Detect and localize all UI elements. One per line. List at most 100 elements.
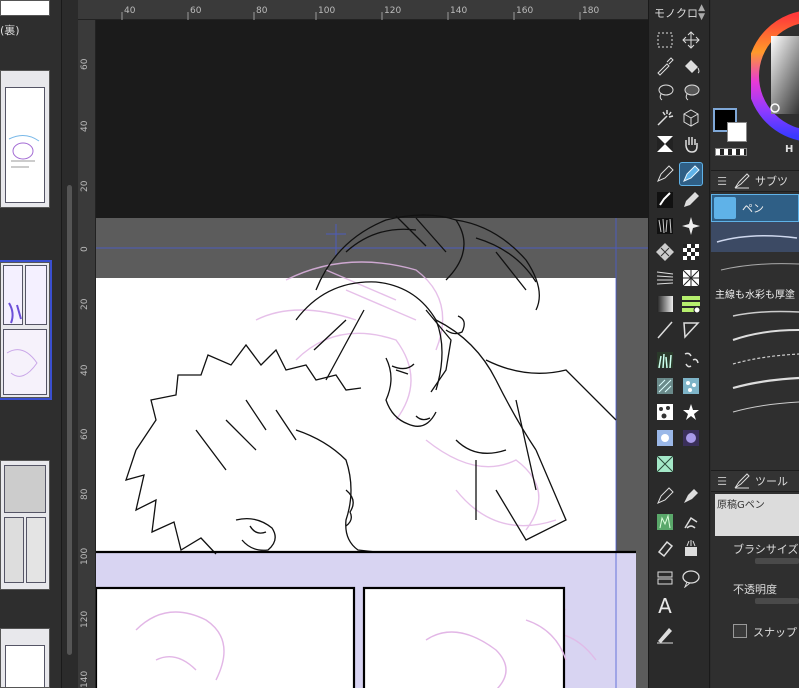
page-management-panel: (裏) (0, 0, 72, 688)
opacity-slider[interactable] (755, 598, 799, 604)
tool-property-panel-header[interactable]: ☰ ツール (711, 470, 799, 492)
sticker-tool-icon[interactable] (679, 510, 703, 534)
sub-tool-panel-header[interactable]: ☰ サブツ (711, 170, 799, 192)
grass-tool-icon[interactable] (653, 348, 677, 372)
page-thumbnail-1[interactable] (0, 70, 50, 208)
ruler-tick: 20 (80, 298, 90, 310)
pages-scrollbar[interactable] (67, 185, 72, 655)
sparkle-brush-tool-icon[interactable] (679, 214, 703, 238)
brush-stroke-preview (720, 263, 799, 271)
canvas-area[interactable]: 40 60 80 100 120 140 160 180 60 40 20 0 … (78, 0, 648, 688)
color-mode-select[interactable]: モノクロ ▲ ▼ (651, 2, 709, 24)
ruler-tick: 80 (80, 488, 90, 500)
blend-tool-icon[interactable] (679, 536, 703, 560)
ruler-tick: 40 (80, 364, 90, 376)
sub-tool-category[interactable]: 主線も水彩も厚塗 (711, 286, 799, 302)
decoration-tool-icon[interactable] (679, 348, 703, 372)
eyedropper-tool-icon[interactable] (653, 54, 677, 78)
hand-tool-icon[interactable] (679, 132, 703, 156)
transparent-color-swatch[interactable] (715, 148, 747, 156)
pattern-green-tool-icon[interactable] (653, 452, 677, 476)
vertical-ruler: 60 40 20 0 20 40 60 80 100 120 140 (78, 20, 96, 688)
sub-color-swatch[interactable] (727, 122, 747, 142)
lasso-fill-tool-icon[interactable] (679, 80, 703, 104)
brush-size-slider[interactable] (755, 558, 799, 564)
page-thumbnail-4[interactable] (0, 628, 50, 688)
transform-tool-icon[interactable] (653, 132, 677, 156)
chevron-updown-icon: ▲ ▼ (698, 3, 705, 22)
eraser-tool-icon[interactable] (653, 536, 677, 560)
tool-name-box: 原稿Gペン (715, 494, 799, 536)
stars-tool-icon[interactable] (653, 400, 677, 424)
page-thumbnail-2[interactable] (0, 260, 52, 400)
ruler-tick: 20 (80, 180, 90, 192)
ruler-tick: 0 (80, 246, 90, 252)
speedlines-tool-icon[interactable] (653, 266, 677, 290)
sub-tool-stroke-row[interactable] (711, 252, 799, 280)
frame-tool-icon[interactable] (679, 318, 703, 342)
layer-tool-icon[interactable] (653, 566, 677, 590)
ruler-tick: 40 (80, 120, 90, 132)
marquee-tool-icon[interactable] (653, 28, 677, 52)
ruler-tick: 140 (80, 670, 90, 688)
horizontal-ruler: 40 60 80 100 120 140 160 180 (78, 0, 648, 20)
tool-palette: モノクロ ▲ ▼ A (648, 0, 710, 688)
fill-tool-icon[interactable] (679, 54, 703, 78)
color-label-h: H (785, 144, 794, 155)
gradient-tool-icon[interactable] (653, 292, 677, 316)
ruler-tick: 60 (80, 58, 90, 70)
ruler-tick: 60 (80, 428, 90, 440)
correct-line-tool-icon[interactable] (653, 622, 677, 646)
flowers-tool-icon[interactable] (653, 426, 677, 450)
ruler-tick: 120 (80, 610, 90, 628)
star-shape-tool-icon[interactable] (679, 400, 703, 424)
brush-icon (734, 173, 750, 189)
bubble-tool-icon[interactable] (679, 374, 703, 398)
sub-tool-selected-row[interactable]: ペン (711, 194, 799, 222)
ruler-tool-icon[interactable] (653, 318, 677, 342)
color-wheel[interactable] (751, 4, 799, 154)
panel-menu-icon[interactable]: ☰ (711, 475, 733, 488)
pencil-tool-icon[interactable] (679, 188, 703, 212)
sub-tool-selected-label: ペン (742, 202, 764, 215)
pen-tool-icon[interactable] (653, 162, 677, 186)
page-thumbnail-3[interactable] (0, 460, 50, 590)
checker-tool-icon[interactable] (679, 240, 703, 264)
radial-tool-icon[interactable] (679, 266, 703, 290)
snap-checkbox[interactable] (733, 624, 747, 638)
3d-object-tool-icon[interactable] (679, 106, 703, 130)
brush-tool-icon[interactable] (653, 188, 677, 212)
tool-name-label: 原稿Gペン (717, 500, 765, 511)
fountain-pen-tool-icon[interactable] (679, 484, 703, 508)
tool-property-panel-title: ツール (755, 475, 788, 488)
brush-stroke-preview (716, 235, 798, 243)
texture-brush-tool-icon[interactable] (653, 214, 677, 238)
page-thumbnail-top[interactable] (0, 0, 50, 16)
purple-effect-tool-icon[interactable] (679, 426, 703, 450)
brush-icon (734, 473, 750, 489)
ruler-tick: 100 (80, 547, 90, 565)
sub-tool-brush-row[interactable] (711, 222, 799, 252)
page-label: (裏) (0, 24, 20, 37)
effect-tool-icon[interactable] (653, 374, 677, 398)
pattern-tool-icon[interactable] (653, 240, 677, 264)
opacity-label: 不透明度 (733, 583, 777, 596)
green-texture-tool-icon[interactable] (653, 510, 677, 534)
move-tool-icon[interactable] (679, 28, 703, 52)
tone-tool-icon[interactable] (679, 292, 703, 316)
manga-page-canvas[interactable] (96, 20, 648, 688)
brush-size-label: ブラシサイズ (733, 543, 799, 556)
speech-bubble-tool-icon[interactable] (679, 566, 703, 590)
text-tool-icon[interactable]: A (653, 594, 677, 618)
auto-select-tool-icon[interactable] (653, 106, 677, 130)
lasso-tool-icon[interactable] (653, 80, 677, 104)
right-panels: H ☰ サブツ ペン 主線も水彩も厚塗 ☰ ツール 原稿Gペン ブラシサイズ 不… (711, 0, 799, 688)
brush-stroke-list[interactable] (731, 308, 799, 428)
ink-pen-tool-icon[interactable] (653, 484, 677, 508)
panel-menu-icon[interactable]: ☰ (711, 175, 733, 188)
pen-icon (714, 197, 736, 219)
marker-pen-tool-icon[interactable] (679, 162, 703, 186)
sub-tool-panel-title: サブツ (755, 175, 788, 188)
snap-label: スナップ (753, 626, 797, 639)
color-mode-label: モノクロ (654, 7, 698, 20)
